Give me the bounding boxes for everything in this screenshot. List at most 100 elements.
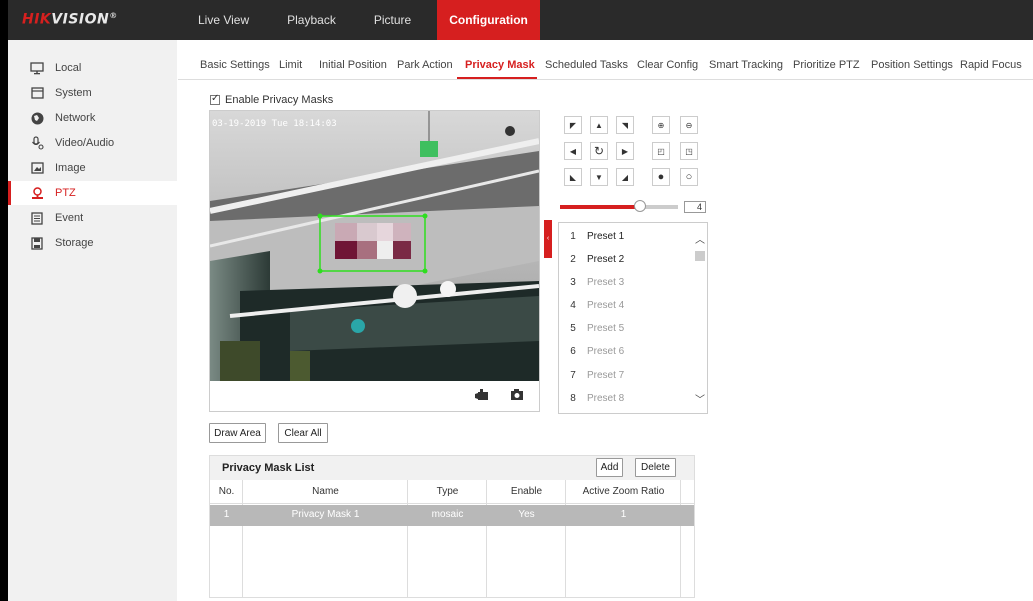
sidebar-item-system[interactable]: System: [8, 81, 177, 105]
ptz-down-right-button[interactable]: ◢: [616, 168, 634, 186]
sidebar-item-storage[interactable]: Storage: [8, 231, 177, 255]
ptz-down-button[interactable]: ▼: [590, 168, 608, 186]
privacy-mask-list: Privacy Mask List Add Delete No. Name Ty…: [209, 455, 695, 598]
microphone-icon: [30, 136, 44, 150]
system-icon: [30, 86, 44, 100]
cell-active-zoom-ratio: 1: [620, 509, 627, 520]
iris-open-icon[interactable]: ●: [652, 168, 670, 186]
video-timestamp-osd: 03-19-2019 Tue 18:14:03: [212, 119, 337, 129]
tab-scheduled-tasks[interactable]: Scheduled Tasks: [545, 59, 628, 71]
ptz-speed-fill: [560, 205, 641, 209]
preset-item[interactable]: 6 Preset 6: [559, 340, 691, 363]
delete-mask-button[interactable]: Delete: [635, 458, 676, 477]
column-header: Type: [436, 486, 459, 497]
preset-item[interactable]: 1 Preset 1: [559, 225, 691, 248]
add-mask-button[interactable]: Add: [596, 458, 623, 477]
ptz-speed-value: 4: [684, 201, 706, 213]
sub-tabs: Basic Settings Limit Initial Position Pa…: [178, 52, 1033, 80]
preset-list: 1 Preset 1 2 Preset 2 3 Preset 3 4 Preset 4 …: [558, 222, 708, 414]
nav-configuration[interactable]: Configuration: [437, 0, 540, 40]
ptz-up-right-button[interactable]: ◥: [616, 116, 634, 134]
tab-basic-settings[interactable]: Basic Settings: [200, 59, 270, 71]
ptz-up-button[interactable]: ▲: [590, 116, 608, 134]
cell-no: 1: [223, 509, 230, 520]
sidebar: Local System Network Video/Audio Image P…: [8, 40, 177, 601]
live-video-feed[interactable]: 03-19-2019 Tue 18:14:03: [210, 111, 539, 381]
preset-item[interactable]: 8 Preset 8: [559, 387, 691, 410]
enable-privacy-masks-row[interactable]: Enable Privacy Masks: [210, 93, 334, 106]
ptz-down-left-button[interactable]: ◣: [564, 168, 582, 186]
column-name: Name: [243, 480, 408, 597]
sidebar-item-label: Event: [55, 212, 84, 224]
collapse-panel-tab[interactable]: ‹: [544, 220, 552, 258]
tab-position-settings[interactable]: Position Settings: [871, 59, 953, 71]
preset-name: Preset 6: [587, 346, 625, 357]
privacy-mask-list-header: Privacy Mask List Add Delete: [210, 456, 694, 480]
nav-picture[interactable]: Picture: [362, 0, 423, 40]
top-bar: HIKVISION® Live View Playback Picture Co…: [0, 0, 1033, 40]
preset-number: 4: [570, 300, 576, 311]
focus-near-icon[interactable]: ◰: [652, 142, 670, 160]
preset-list-scrollbar[interactable]: ︿ ﹀: [693, 223, 707, 413]
clear-all-button[interactable]: Clear All: [278, 423, 328, 443]
tab-park-action[interactable]: Park Action: [397, 59, 453, 71]
sidebar-item-label: PTZ: [55, 187, 76, 199]
network-globe-icon: [30, 111, 44, 125]
scroll-up-chevron-icon[interactable]: ︿: [693, 231, 707, 246]
tab-privacy-mask[interactable]: Privacy Mask: [465, 59, 535, 71]
ptz-up-left-button[interactable]: ◤: [564, 116, 582, 134]
sidebar-item-event[interactable]: Event: [8, 206, 177, 230]
nav-playback[interactable]: Playback: [275, 0, 348, 40]
preset-number: 6: [570, 346, 576, 357]
table-row[interactable]: 1 Privacy Mask 1 mosaic Yes 1: [210, 505, 694, 526]
zoom-in-icon[interactable]: ⊕: [652, 116, 670, 134]
preset-name: Preset 1: [587, 231, 625, 242]
cell-type: mosaic: [431, 509, 464, 520]
sidebar-item-local[interactable]: Local: [8, 56, 177, 80]
ptz-right-button[interactable]: ▶: [616, 142, 634, 160]
cell-name: Privacy Mask 1: [291, 509, 360, 520]
scroll-down-chevron-icon[interactable]: ﹀: [693, 391, 707, 406]
nav-live-view[interactable]: Live View: [186, 0, 261, 40]
enable-privacy-masks-checkbox[interactable]: [210, 93, 220, 105]
tab-limit[interactable]: Limit: [279, 59, 302, 71]
column-header: Enable: [510, 486, 543, 497]
column-no: No.: [210, 480, 243, 597]
table-column-headers: No. Name Type Enable Active Zoom Ratio: [210, 480, 694, 597]
top-nav: Live View Playback Picture Configuration: [186, 0, 554, 40]
preset-item[interactable]: 7 Preset 7: [559, 364, 691, 387]
iris-close-icon[interactable]: ○: [680, 168, 698, 186]
preset-item[interactable]: 3 Preset 3: [559, 271, 691, 294]
preset-name: Preset 3: [587, 277, 625, 288]
column-header: Name: [312, 486, 339, 497]
preset-item[interactable]: 5 Preset 5: [559, 317, 691, 340]
ptz-left-button[interactable]: ◀: [564, 142, 582, 160]
zoom-out-icon[interactable]: ⊖: [680, 116, 698, 134]
column-type: Type: [408, 480, 487, 597]
preset-item[interactable]: 2 Preset 2: [559, 248, 691, 271]
tab-prioritize-ptz[interactable]: Prioritize PTZ: [793, 59, 860, 71]
draw-area-button[interactable]: Draw Area: [209, 423, 266, 443]
tab-rapid-focus[interactable]: Rapid Focus: [960, 59, 1022, 71]
ptz-auto-rotate-button[interactable]: ↻: [590, 142, 608, 160]
sidebar-item-network[interactable]: Network: [8, 106, 177, 130]
capture-camera-icon[interactable]: [510, 389, 524, 403]
focus-far-icon[interactable]: ◳: [680, 142, 698, 160]
left-frame-border: [0, 40, 8, 601]
enable-privacy-masks-label: Enable Privacy Masks: [225, 94, 334, 106]
sidebar-item-ptz[interactable]: PTZ: [8, 181, 177, 205]
preset-item[interactable]: 4 Preset 4: [559, 294, 691, 317]
tab-smart-tracking[interactable]: Smart Tracking: [709, 59, 783, 71]
preset-name: Preset 2: [587, 254, 625, 265]
sidebar-item-video-audio[interactable]: Video/Audio: [8, 131, 177, 155]
tab-initial-position[interactable]: Initial Position: [319, 59, 387, 71]
image-icon: [30, 161, 44, 175]
ptz-speed-handle[interactable]: [634, 200, 647, 212]
tab-clear-config[interactable]: Clear Config: [637, 59, 698, 71]
scrollbar-thumb[interactable]: [695, 251, 705, 261]
sidebar-item-label: System: [55, 87, 92, 99]
sidebar-item-image[interactable]: Image: [8, 156, 177, 180]
active-tab-indicator: [457, 77, 537, 79]
ptz-speed-slider[interactable]: [560, 200, 678, 212]
record-icon[interactable]: [475, 389, 489, 403]
